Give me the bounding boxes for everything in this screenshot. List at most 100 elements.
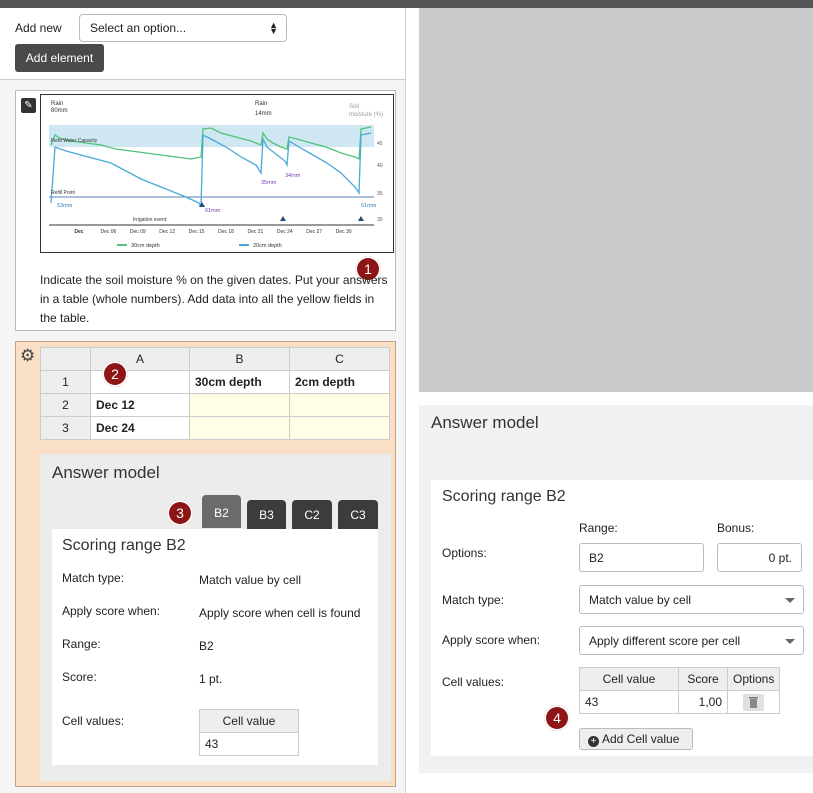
apply-score-label-left: Apply score when:: [62, 604, 161, 618]
match-type-value-left: Match value by cell: [199, 573, 302, 587]
column-header-b: B: [189, 347, 290, 371]
callout-badge-3: 3: [167, 500, 193, 526]
question-prompt: Indicate the soil moisture % on the give…: [40, 273, 388, 325]
scoring-range-title-right: Scoring range B2: [442, 488, 566, 505]
corner-cell: [40, 347, 91, 371]
select-value: Select an option...: [90, 21, 187, 35]
x-tick-label: Dec 30: [336, 229, 352, 235]
answer-model-title-right: Answer model: [431, 413, 539, 432]
score-label-left: Score:: [62, 670, 97, 684]
callout-badge-2: 2: [102, 361, 128, 387]
chart-svg: Rain 80mm Rain 14mm Soil moisture (%) Fi…: [49, 101, 383, 249]
cell-value-header: Cell value: [579, 667, 679, 691]
annotation-rain-2: Rain: [255, 101, 267, 107]
cell-a3[interactable]: Dec 24: [90, 416, 190, 440]
x-tick-label: Dec 09: [130, 229, 146, 235]
cell-values-table-right: Cell value Score Options 43 1,00: [579, 667, 781, 714]
apply-score-value-left: Apply score when cell is found: [199, 606, 361, 620]
pencil-icon[interactable]: ✎: [21, 98, 36, 113]
plus-circle-icon: +: [588, 736, 599, 747]
match-type-dropdown-value: Match value by cell: [589, 593, 692, 607]
cell-value-input-left[interactable]: 43: [199, 732, 299, 756]
top-bar: [0, 0, 813, 8]
trash-glyph: [749, 696, 759, 708]
annotation-80mm: 80mm: [51, 108, 68, 114]
score-value-left: 1 pt.: [199, 672, 223, 686]
annotation-51mm: 51mm: [361, 203, 377, 209]
x-tick-label: Dec 06: [100, 229, 116, 235]
apply-score-label-right: Apply score when:: [442, 633, 541, 647]
annotation-34mm: 34mm: [285, 173, 301, 179]
range-label-left: Range:: [62, 637, 101, 651]
tab-b3[interactable]: B3: [247, 500, 286, 530]
range-value-left: B2: [199, 639, 214, 653]
y-tick-45: 45: [377, 141, 383, 147]
bonus-input[interactable]: 0 pt.: [717, 543, 802, 572]
x-tick-labels: Dec Dec 06 Dec 09 Dec 12 Dec 15 Dec 18 Dec 21 D…: [74, 229, 351, 235]
preview-area: [419, 8, 813, 392]
trash-icon[interactable]: [743, 693, 765, 711]
element-type-select[interactable]: Select an option... ▲ ▼: [79, 14, 287, 42]
x-tick-label: Dec 21: [247, 229, 263, 235]
x-tick-label: Dec 27: [306, 229, 322, 235]
bonus-label-right: Bonus:: [717, 521, 755, 535]
options-header: Options: [726, 667, 781, 691]
apply-score-dropdown-value: Apply different score per cell: [589, 634, 741, 648]
cell-value-header-left: Cell value: [199, 709, 299, 733]
y-tick-40: 40: [377, 163, 383, 169]
match-type-label-right: Match type:: [442, 593, 505, 607]
annotation-61mm: 61mm: [205, 208, 221, 214]
x-tick-label: Dec 15: [189, 229, 205, 235]
tab-c3[interactable]: C3: [338, 500, 378, 530]
cell-c3[interactable]: [289, 416, 390, 440]
annotation-35mm: 35mm: [261, 180, 277, 186]
annotation-field-capacity: Field Water Capacity: [51, 138, 98, 144]
cell-b1[interactable]: 30cm depth: [189, 370, 290, 394]
cell-b2[interactable]: [189, 393, 290, 417]
cell-a2[interactable]: Dec 12: [90, 393, 190, 417]
cell-values-label-right: Cell values:: [442, 675, 505, 689]
add-element-button[interactable]: Add element: [15, 44, 104, 72]
chevron-down-icon: [785, 639, 795, 644]
apply-score-dropdown[interactable]: Apply different score per cell: [579, 626, 804, 655]
scoring-range-panel-right: [431, 480, 813, 756]
options-label-right: Options:: [442, 546, 487, 560]
callout-badge-4: 4: [544, 705, 570, 731]
annotation-irrigation: Irrigation event:: [133, 217, 167, 223]
x-tick-label: Dec: [74, 229, 83, 235]
row-header-3: 3: [40, 416, 91, 440]
tab-c2[interactable]: C2: [292, 500, 332, 530]
score-header: Score: [678, 667, 728, 691]
select-caret-icon: ▲ ▼: [269, 20, 278, 36]
answer-model-title-left: Answer model: [52, 463, 160, 482]
y-tick-35: 35: [377, 191, 383, 197]
add-cell-value-button[interactable]: + Add Cell value: [579, 728, 693, 750]
range-label-right: Range:: [579, 521, 618, 535]
annotation-14mm: 14mm: [255, 111, 272, 117]
cell-c2[interactable]: [289, 393, 390, 417]
match-type-label-left: Match type:: [62, 571, 125, 585]
annotation-soil: Soil: [349, 104, 359, 110]
match-type-dropdown[interactable]: Match value by cell: [579, 585, 804, 614]
score-input[interactable]: 1,00: [678, 690, 728, 714]
gear-icon[interactable]: ⚙: [20, 346, 35, 366]
delete-row-cell: [726, 690, 781, 714]
cell-c1[interactable]: 2cm depth: [289, 370, 390, 394]
chevron-down-icon: [785, 598, 795, 603]
irrigation-marker-2: [280, 216, 286, 221]
cell-value-input[interactable]: 43: [579, 690, 679, 714]
cell-values-label-left: Cell values:: [62, 714, 125, 728]
column-header-c: C: [289, 347, 390, 371]
annotation-53mm: 53mm: [57, 203, 73, 209]
soil-moisture-chart: Rain 80mm Rain 14mm Soil moisture (%) Fi…: [40, 94, 394, 253]
tab-b2[interactable]: B2: [202, 495, 241, 528]
legend-20cm: 20cm depth: [253, 243, 282, 249]
range-input[interactable]: B2: [579, 543, 704, 572]
x-tick-label: Dec 24: [277, 229, 293, 235]
irrigation-marker-3: [358, 216, 364, 221]
add-new-label: Add new: [15, 21, 62, 35]
y-tick-30: 30: [377, 217, 383, 223]
cell-values-table-left: Cell value 43: [199, 709, 299, 756]
cell-b3[interactable]: [189, 416, 290, 440]
annotation-refill-point: Refill Point: [51, 190, 76, 196]
